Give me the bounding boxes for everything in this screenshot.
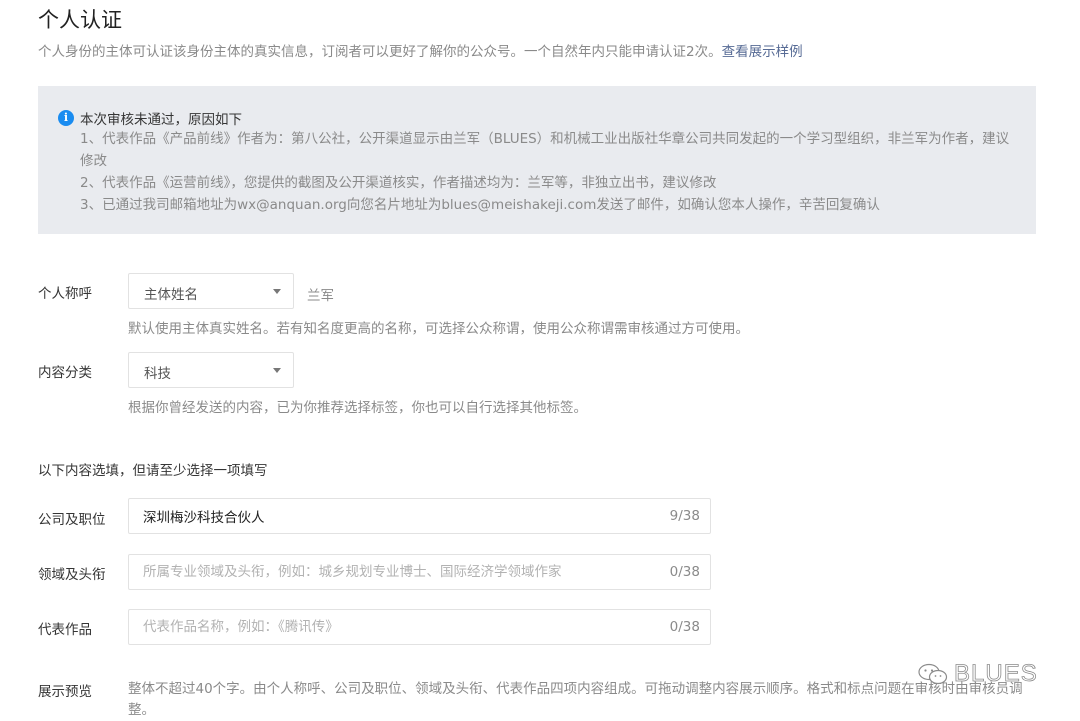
wechat-icon — [918, 663, 948, 685]
company-label: 公司及职位 — [38, 512, 106, 528]
personal-title-selected: 主体姓名 — [144, 287, 198, 303]
review-notice: i 本次审核未通过，原因如下 1、代表作品《产品前线》作者为：第八公社，公开渠道… — [38, 86, 1036, 234]
field-title-label: 领域及头衔 — [38, 567, 106, 583]
view-example-link[interactable]: 查看展示样例 — [722, 44, 803, 60]
category-hint: 根据你曾经发送的内容，已为你推荐选择标签，你也可以自行选择其他标签。 — [128, 400, 587, 416]
preview-description: 整体不超过40个字。由个人称呼、公司及职位、领域及头衔、代表作品四项内容组成。可… — [128, 681, 1023, 718]
category-label: 内容分类 — [38, 365, 92, 381]
notice-reason: 2、代表作品《运营前线》，您提供的截图及公开渠道核实，作者描述均为：兰军等，非独… — [80, 175, 717, 191]
personal-title-select[interactable]: 主体姓名 — [128, 273, 294, 309]
personal-title-label: 个人称呼 — [38, 286, 92, 302]
page-title: 个人认证 — [38, 8, 122, 32]
caret-down-icon — [273, 289, 281, 294]
notice-title: 本次审核未通过，原因如下 — [80, 112, 242, 128]
field-title-char-counter: 0/38 — [669, 564, 700, 580]
personal-title-value: 兰军 — [307, 288, 334, 304]
preview-label: 展示预览 — [38, 684, 92, 700]
works-label: 代表作品 — [38, 622, 92, 638]
watermark: BLUES — [918, 660, 1038, 688]
works-field: 0/38 — [128, 609, 711, 645]
works-input[interactable] — [143, 610, 643, 644]
personal-title-hint: 默认使用主体真实姓名。若有知名度更高的名称，可选择公众称谓，使用公众称谓需审核通… — [128, 321, 749, 337]
watermark-text: BLUES — [954, 660, 1038, 688]
field-title-field: 0/38 — [128, 554, 711, 590]
page-description-text: 个人身份的主体可认证该身份主体的真实信息，订阅者可以更好了解你的公众号。一个自然… — [38, 44, 722, 60]
works-char-counter: 0/38 — [669, 619, 700, 635]
field-title-input[interactable] — [143, 555, 643, 589]
caret-down-icon — [273, 368, 281, 373]
category-select[interactable]: 科技 — [128, 352, 294, 388]
notice-header: i 本次审核未通过，原因如下 — [58, 108, 242, 128]
category-selected: 科技 — [144, 366, 171, 382]
company-input[interactable] — [143, 499, 643, 533]
page-description: 个人身份的主体可认证该身份主体的真实信息，订阅者可以更好了解你的公众号。一个自然… — [38, 40, 803, 60]
company-char-counter: 9/38 — [669, 508, 700, 524]
notice-reason: 1、代表作品《产品前线》作者为：第八公社，公开渠道显示由兰军（BLUES）和机械… — [80, 131, 1010, 169]
notice-reasons: 1、代表作品《产品前线》作者为：第八公社，公开渠道显示由兰军（BLUES）和机械… — [80, 128, 1020, 216]
info-icon: i — [58, 110, 74, 126]
optional-section-note: 以下内容选填，但请至少选择一项填写 — [38, 463, 268, 479]
notice-reason: 3、已通过我司邮箱地址为wx@anquan.org向您名片地址为blues@me… — [80, 197, 880, 213]
company-field: 9/38 — [128, 498, 711, 534]
